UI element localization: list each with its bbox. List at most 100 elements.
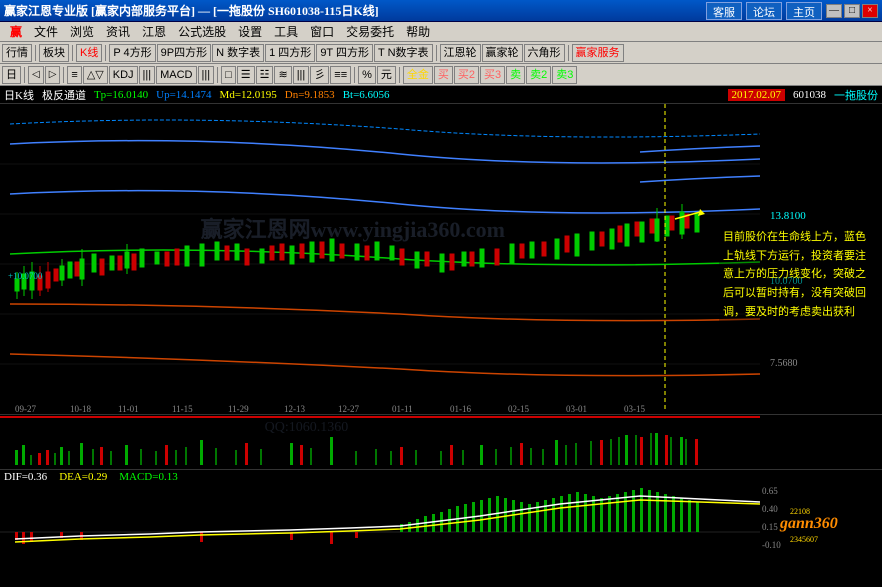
sep6 (24, 67, 25, 83)
svg-text:gann360: gann360 (779, 515, 838, 532)
btn-nav-right[interactable]: ▷ (45, 66, 61, 84)
annotation-text: 目前股价在生命线上方，蓝色上轨线下方运行，投资者要注意上方的压力线变化，突破之后… (723, 231, 866, 318)
btn-n-num[interactable]: N 数字表 (212, 44, 264, 62)
home-button[interactable]: 主页 (786, 2, 822, 20)
tp-value: Tp=16.0140 (94, 89, 148, 101)
btn-vlines[interactable]: ||| (293, 66, 310, 84)
title-text: 赢家江恩专业版 [赢家内部服务平台] — [一拖股份 SH601038-115日… (4, 2, 379, 19)
btn-draw2[interactable]: △▽ (83, 66, 108, 84)
menu-win[interactable]: 赢 (4, 22, 28, 42)
sep1 (35, 45, 36, 61)
btn-p4[interactable]: P 4方形 (109, 44, 155, 62)
btn-sell3[interactable]: 卖3 (552, 66, 577, 84)
menu-trade[interactable]: 交易委托 (340, 22, 400, 42)
btn-wave[interactable]: ☳ (256, 66, 274, 84)
title-right-buttons: 客服 论坛 主页 — □ × (706, 2, 878, 20)
svg-text:0.40: 0.40 (762, 504, 778, 514)
btn-bars2[interactable]: ||| (198, 66, 215, 84)
btn-nav-tools[interactable]: ◁ (28, 66, 44, 84)
menu-browse[interactable]: 浏览 (64, 22, 100, 42)
btn-buy3[interactable]: 买3 (480, 66, 505, 84)
menu-window[interactable]: 窗口 (304, 22, 340, 42)
svg-text:7.5680: 7.5680 (770, 358, 798, 369)
menu-settings[interactable]: 设置 (232, 22, 268, 42)
close-button[interactable]: × (862, 4, 878, 18)
btn-sectors[interactable]: 板块 (39, 44, 69, 62)
btn-buy1[interactable]: 买 (434, 66, 453, 84)
svg-text:13.8100: 13.8100 (770, 210, 806, 222)
btn-kline[interactable]: K线 (76, 44, 102, 62)
svg-text:01-16: 01-16 (450, 404, 471, 414)
period-label: 日K线 (4, 87, 34, 103)
btn-hatch[interactable]: 彡 (310, 66, 329, 84)
btn-sell1[interactable]: 卖 (506, 66, 525, 84)
btn-jianen-wheel[interactable]: 江恩轮 (440, 44, 481, 62)
dn-value: Dn=9.1853 (285, 89, 335, 101)
svg-text:12-27: 12-27 (338, 404, 359, 414)
volume-svg: 546193 364129 182064 (0, 415, 760, 470)
btn-kdj[interactable]: KDJ (109, 66, 138, 84)
btn-draw1[interactable]: ≡ (67, 66, 81, 84)
svg-text:02-15: 02-15 (508, 404, 529, 414)
menu-jianen[interactable]: 江恩 (136, 22, 172, 42)
btn-macd[interactable]: MACD (156, 66, 196, 84)
btn-yuan[interactable]: 元 (377, 66, 396, 84)
volume-area: QQ:1060.1360 546193 364129 182064 (0, 414, 882, 469)
svg-text:11-15: 11-15 (172, 404, 193, 414)
btn-day[interactable]: 日 (2, 66, 21, 84)
btn-1-4[interactable]: 1 四方形 (265, 44, 315, 62)
svg-text:01-11: 01-11 (392, 404, 413, 414)
sep4 (436, 45, 437, 61)
btn-grid[interactable]: ≋ (274, 66, 291, 84)
btn-pct[interactable]: % (358, 66, 376, 84)
menu-formula[interactable]: 公式选股 (172, 22, 232, 42)
stock-code: 601038 (793, 89, 826, 101)
chart-wrapper: 日K线 极反通道 Tp=16.0140 Up=14.1474 Md=12.019… (0, 86, 882, 587)
btn-9t4[interactable]: 9T 四方形 (316, 44, 373, 62)
sep10 (399, 67, 400, 83)
toolbar-row2: 日 ◁ ▷ ≡ △▽ KDJ ||| MACD ||| □ ☰ ☳ ≋ ||| … (0, 64, 882, 86)
menu-bar: 赢 文件 浏览 资讯 江恩 公式选股 设置 工具 窗口 交易委托 帮助 (0, 22, 882, 42)
maximize-button[interactable]: □ (844, 4, 860, 18)
macd-dea: DEA=0.29 (59, 471, 107, 483)
btn-hexagon[interactable]: 六角形 (524, 44, 565, 62)
forum-button[interactable]: 论坛 (746, 2, 782, 20)
indicator-label: 极反通道 (42, 87, 86, 103)
svg-text:2345607: 2345607 (790, 535, 818, 544)
svg-text:0.65: 0.65 (762, 486, 778, 496)
chart-svg-area[interactable]: 赢家江恩网www.yingjia360.com (0, 104, 882, 414)
btn-buy2[interactable]: 买2 (454, 66, 479, 84)
toolbar-row1: 行情 板块 K线 P 4方形 9P四方形 N 数字表 1 四方形 9T 四方形 … (0, 42, 882, 64)
bt-value: Bt=6.6056 (343, 89, 390, 101)
up-value: Up=14.1474 (156, 89, 211, 101)
btn-sell2[interactable]: 卖2 (526, 66, 551, 84)
svg-text:+10.0700: +10.0700 (8, 271, 43, 281)
btn-all-gold[interactable]: 全金 (403, 66, 433, 84)
btn-lines[interactable]: ☰ (237, 66, 255, 84)
btn-tn-num[interactable]: T N数字表 (374, 44, 433, 62)
svg-text:12-13: 12-13 (284, 404, 305, 414)
btn-double-lines[interactable]: ≡≡ (330, 66, 351, 84)
sep7 (63, 67, 64, 83)
btn-win-wheel[interactable]: 赢家轮 (482, 44, 523, 62)
btn-win-service[interactable]: 赢家服务 (572, 44, 624, 62)
service-button[interactable]: 客服 (706, 2, 742, 20)
sep8 (217, 67, 218, 83)
btn-bars1[interactable]: ||| (139, 66, 156, 84)
svg-text:0.15: 0.15 (762, 522, 778, 532)
menu-file[interactable]: 文件 (28, 22, 64, 42)
btn-market[interactable]: 行情 (2, 44, 32, 62)
chart-annotation: 目前股价在生命线上方，蓝色上轨线下方运行，投资者要注意上方的压力线变化，突破之后… (719, 224, 870, 325)
menu-info[interactable]: 资讯 (100, 22, 136, 42)
btn-rect[interactable]: □ (221, 66, 236, 84)
svg-text:11-29: 11-29 (228, 404, 249, 414)
svg-text:11-01: 11-01 (118, 404, 139, 414)
macd-value: MACD=0.13 (119, 471, 177, 483)
svg-text:03-15: 03-15 (624, 404, 645, 414)
menu-help[interactable]: 帮助 (400, 22, 436, 42)
btn-9p4[interactable]: 9P四方形 (157, 44, 211, 62)
md-value: Md=12.0195 (220, 89, 277, 101)
menu-tools[interactable]: 工具 (268, 22, 304, 42)
minimize-button[interactable]: — (826, 4, 842, 18)
stock-name: 一拖股份 (834, 87, 878, 103)
